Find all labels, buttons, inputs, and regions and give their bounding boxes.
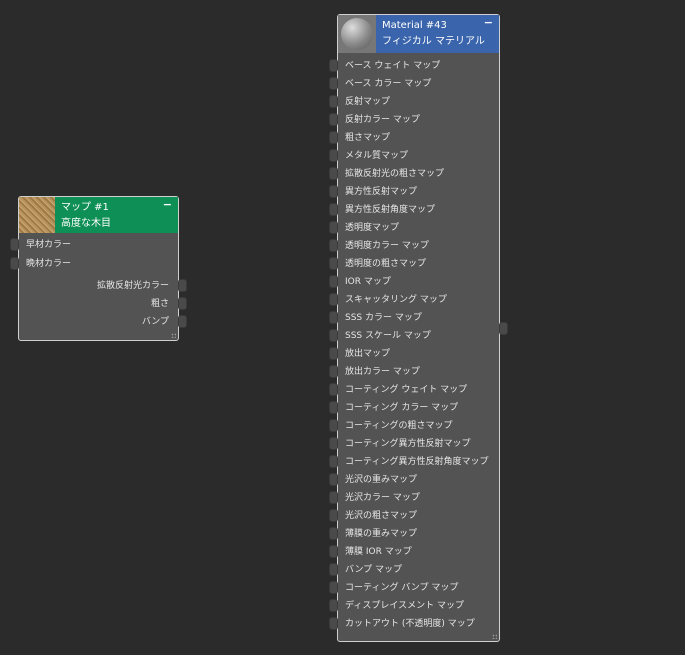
input-slot-label: 薄膜の重みマップ — [345, 529, 418, 539]
input-socket[interactable] — [329, 401, 338, 414]
wood-thumbnail — [19, 197, 55, 233]
input-slot-label: コーティングの粗さマップ — [345, 421, 453, 431]
material-node-header[interactable]: Material #43 フィジカル マテリアル − — [338, 15, 499, 53]
input-slot-label: スキャッタリング マップ — [345, 295, 447, 305]
input-socket[interactable] — [10, 257, 19, 270]
input-slot-label: 粗さマップ — [345, 133, 391, 143]
output-slot-label: バンプ — [141, 317, 169, 327]
resize-grip[interactable] — [492, 634, 497, 639]
input-socket[interactable] — [329, 131, 338, 144]
output-slot-label: 粗さ — [150, 299, 169, 309]
input-socket[interactable] — [329, 311, 338, 324]
input-socket[interactable] — [329, 167, 338, 180]
input-slot-label: 光沢の粗さマップ — [345, 511, 418, 521]
input-slot-label: メタル質マップ — [345, 151, 409, 161]
input-slot-label: ディスプレイスメント マップ — [345, 601, 464, 611]
input-slot-label: コーティング異方性反射角度マップ — [345, 457, 489, 467]
material-node[interactable]: Material #43 フィジカル マテリアル − ベース ウェイト マップ ベース… — [337, 14, 500, 642]
input-socket[interactable] — [329, 563, 338, 576]
input-socket[interactable] — [329, 113, 338, 126]
resize-grip[interactable] — [171, 333, 176, 338]
input-slot-label: コーティング ウェイト マップ — [345, 385, 468, 395]
input-socket[interactable] — [329, 257, 338, 270]
input-socket[interactable] — [329, 419, 338, 432]
input-slot-label: コーティング バンプ マップ — [345, 583, 459, 593]
input-slot-label: 異方性反射角度マップ — [345, 205, 436, 215]
input-socket[interactable] — [10, 238, 19, 251]
input-socket[interactable] — [329, 527, 338, 540]
input-slot-label: 放出カラー マップ — [345, 367, 420, 377]
input-socket[interactable] — [329, 581, 338, 594]
input-socket[interactable] — [329, 347, 338, 360]
input-slot-label: SSS カラー マップ — [345, 313, 422, 323]
input-slot-label: 異方性反射マップ — [345, 187, 418, 197]
input-slot-label: バンプ マップ — [345, 565, 403, 575]
input-slot-label: ベース カラー マップ — [345, 79, 432, 89]
input-slot-label: 透明度マップ — [345, 223, 400, 233]
input-slot-label: 反射マップ — [345, 97, 391, 107]
material-node-subtitle: フィジカル マテリアル — [382, 36, 485, 47]
map-node-subtitle: 高度な木目 — [61, 218, 111, 229]
output-socket[interactable] — [178, 315, 187, 328]
input-socket[interactable] — [329, 203, 338, 216]
input-slot-label: 透明度カラー マップ — [345, 241, 429, 251]
input-slot-label: 光沢の重みマップ — [345, 475, 418, 485]
input-slot-label: IOR マップ — [345, 277, 391, 287]
input-socket[interactable] — [329, 545, 338, 558]
output-socket[interactable] — [499, 322, 508, 335]
input-socket[interactable] — [329, 95, 338, 108]
input-slot-label: 反射カラー マップ — [345, 115, 420, 125]
input-slot-label: SSS スケール マップ — [345, 331, 431, 341]
input-socket[interactable] — [329, 455, 338, 468]
input-slot-label: 光沢カラー マップ — [345, 493, 420, 503]
input-slot-label: 晩材カラー — [26, 259, 72, 269]
input-slot-label: カットアウト (不透明度) マップ — [345, 619, 475, 629]
input-slot-label: 薄膜 IOR マップ — [345, 547, 412, 557]
input-slot-label: コーティング カラー マップ — [345, 403, 459, 413]
input-socket[interactable] — [329, 185, 338, 198]
minimize-button[interactable]: − — [484, 15, 493, 31]
input-socket[interactable] — [329, 617, 338, 630]
input-slot-label: 透明度の粗さマップ — [345, 259, 427, 269]
input-socket[interactable] — [329, 473, 338, 486]
input-socket[interactable] — [329, 329, 338, 342]
input-socket[interactable] — [329, 221, 338, 234]
input-socket[interactable] — [329, 383, 338, 396]
input-socket[interactable] — [329, 275, 338, 288]
map-node[interactable]: マップ #1 高度な木目 − 早材カラー晩材カラー拡散反射光カラー粗さバンプ — [18, 196, 179, 341]
material-node-title: Material #43 — [382, 20, 447, 31]
input-socket[interactable] — [329, 239, 338, 252]
input-socket[interactable] — [329, 437, 338, 450]
input-slot-label: 拡散反射光の粗さマップ — [345, 169, 445, 179]
output-slot-label: 拡散反射光カラー — [96, 281, 169, 291]
input-socket[interactable] — [329, 491, 338, 504]
input-socket[interactable] — [329, 509, 338, 522]
input-socket[interactable] — [329, 149, 338, 162]
output-socket[interactable] — [178, 297, 187, 310]
output-socket[interactable] — [178, 279, 187, 292]
input-socket[interactable] — [329, 293, 338, 306]
input-slot-label: ベース ウェイト マップ — [345, 61, 441, 71]
input-socket[interactable] — [329, 77, 338, 90]
input-socket[interactable] — [329, 59, 338, 72]
input-socket[interactable] — [329, 599, 338, 612]
input-slot-label: コーティング異方性反射マップ — [345, 439, 471, 449]
input-slot-label: 早材カラー — [26, 240, 72, 250]
minimize-button[interactable]: − — [163, 197, 172, 213]
map-node-header[interactable]: マップ #1 高度な木目 − — [19, 197, 178, 233]
input-slot-label: 放出マップ — [345, 349, 391, 359]
map-node-title: マップ #1 — [61, 202, 109, 213]
material-sphere-thumbnail — [338, 15, 376, 53]
input-socket[interactable] — [329, 365, 338, 378]
